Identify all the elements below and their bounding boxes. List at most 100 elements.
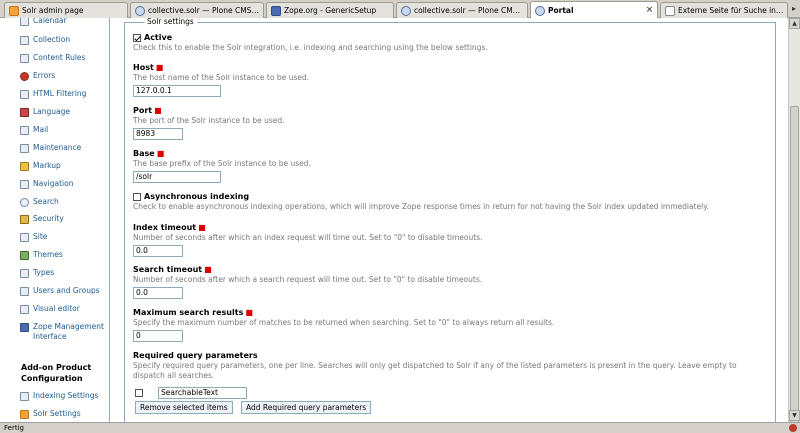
- base-input[interactable]: /solr: [133, 171, 221, 183]
- required-params-help: Specify required query parameters, one p…: [133, 361, 737, 380]
- sidebar-item-security[interactable]: Security: [20, 214, 64, 224]
- error-icon: [20, 72, 29, 81]
- tab-collective-solr-1[interactable]: collective.solr — Plone CMS: O...: [130, 2, 264, 18]
- plone-icon: [535, 5, 545, 16]
- sidebar-item-calendar[interactable]: Calendar: [20, 18, 67, 26]
- max-results-field: Maximum search results ■ Specify the maxi…: [133, 307, 554, 342]
- base-label: Base: [133, 149, 155, 158]
- required-params-field: Required query parameters Specify requir…: [133, 350, 763, 381]
- index-timeout-label: Index timeout: [133, 223, 197, 232]
- base-field: Base ■ The base prefix of the Solr instan…: [133, 148, 311, 183]
- tab-bar: Solr admin page collective.solr — Plone …: [0, 0, 800, 19]
- tab-collective-solr-2[interactable]: collective.solr — Plone CMS: O...: [396, 2, 528, 18]
- sidebar-item-markup[interactable]: Markup: [20, 161, 61, 171]
- max-results-help: Specify the maximum number of matches to…: [133, 318, 555, 327]
- collection-icon: [20, 36, 29, 45]
- index-timeout-input[interactable]: 0.0: [133, 245, 183, 257]
- max-results-input[interactable]: 0: [133, 330, 183, 342]
- sidebar-item-errors[interactable]: Errors: [20, 71, 55, 81]
- tab-label: Externe Seite für Suche indizie...: [678, 6, 784, 15]
- types-icon: [20, 269, 29, 278]
- scrollbar-thumb[interactable]: [790, 106, 799, 428]
- solr-icon: [9, 5, 19, 16]
- tab-zope-genericsetup[interactable]: Zope.org - GenericSetup: [266, 2, 394, 18]
- close-icon[interactable]: ×: [645, 6, 654, 15]
- remove-selected-items-button[interactable]: Remove selected items: [135, 401, 233, 414]
- port-field: Port ■ The port of the Solr instance to b…: [133, 105, 285, 140]
- sidebar-item-html-filtering[interactable]: HTML Filtering: [20, 89, 86, 99]
- active-label: Active: [144, 33, 173, 42]
- active-checkbox[interactable]: [133, 33, 141, 42]
- sidebar-item-indexing-settings[interactable]: Indexing Settings: [20, 391, 98, 401]
- html-filter-icon: [20, 90, 29, 99]
- index-timeout-help: Number of seconds after which an index r…: [133, 233, 483, 242]
- wrench-icon: [20, 144, 29, 153]
- zope-icon: [20, 323, 29, 332]
- indexing-icon: [20, 392, 29, 401]
- search-icon: [20, 198, 29, 207]
- tab-scroll-right-icon[interactable]: ▸: [789, 4, 799, 16]
- themes-icon: [20, 251, 29, 260]
- tab-label: Portal: [548, 6, 574, 15]
- sidebar-item-themes[interactable]: Themes: [20, 250, 63, 260]
- host-label: Host: [133, 63, 154, 72]
- users-icon: [20, 287, 29, 296]
- required-icon: ■: [154, 106, 162, 115]
- zope-icon: [271, 5, 281, 16]
- search-timeout-field: Search timeout ■ Number of seconds after …: [133, 264, 482, 299]
- add-required-query-parameters-button[interactable]: Add Required query parameters: [241, 401, 372, 414]
- port-label: Port: [133, 106, 153, 115]
- sidebar-item-site[interactable]: Site: [20, 232, 47, 242]
- host-field: Host ■ The host name of the Solr instance…: [133, 62, 309, 97]
- sidebar-item-mail[interactable]: Mail: [20, 125, 48, 135]
- content-rules-icon: [20, 54, 29, 63]
- sidebar-item-solr-settings[interactable]: Solr Settings: [20, 409, 81, 419]
- status-indicator-icon: [789, 424, 797, 432]
- active-field: Active Check this to enable the Solr int…: [133, 32, 488, 53]
- required-icon: ■: [198, 223, 206, 232]
- tab-externe-seite[interactable]: Externe Seite für Suche indizie...: [660, 2, 788, 18]
- search-timeout-input[interactable]: 0.0: [133, 287, 183, 299]
- tab-solr-admin[interactable]: Solr admin page: [4, 2, 128, 18]
- sidebar-item-search[interactable]: Search: [20, 197, 59, 207]
- navigation-icon: [20, 180, 29, 189]
- lock-icon: [20, 215, 29, 224]
- sidebar-item-language[interactable]: Language: [20, 107, 70, 117]
- scroll-down-icon[interactable]: ▼: [789, 410, 800, 421]
- host-input[interactable]: 127.0.0.1: [133, 85, 221, 97]
- required-icon: ■: [155, 63, 164, 72]
- visual-editor-icon: [20, 305, 29, 314]
- tab-label: collective.solr — Plone CMS: O...: [414, 6, 524, 15]
- control-panel-sidebar: Calendar Collection Content Rules Errors…: [0, 18, 110, 422]
- sidebar-item-users-and-groups[interactable]: Users and Groups: [20, 286, 100, 296]
- host-help: The host name of the Solr instance to be…: [133, 73, 310, 82]
- async-indexing-checkbox[interactable]: [133, 192, 141, 201]
- main-content: Solr settings Active Check this to enabl…: [111, 18, 788, 422]
- port-input[interactable]: 8983: [133, 128, 183, 140]
- plone-icon: [135, 5, 145, 16]
- sidebar-item-visual-editor[interactable]: Visual editor: [20, 304, 80, 314]
- required-param-checkbox[interactable]: [135, 389, 143, 397]
- required-params-label: Required query parameters: [133, 351, 258, 360]
- status-text: Fertig: [4, 424, 24, 432]
- language-icon: [20, 108, 29, 117]
- calendar-icon: [20, 18, 29, 26]
- page-icon: [665, 5, 675, 16]
- sidebar-item-maintenance[interactable]: Maintenance: [20, 143, 81, 153]
- required-param-input[interactable]: SearchableText: [158, 387, 247, 399]
- async-indexing-field: Asynchronous indexing Check to enable as…: [133, 191, 709, 212]
- site-icon: [20, 233, 29, 242]
- required-icon: ■: [204, 265, 212, 274]
- sidebar-item-content-rules[interactable]: Content Rules: [20, 53, 85, 63]
- sidebar-item-zope-management-interface[interactable]: Zope Management Interface: [20, 322, 106, 342]
- vertical-scrollbar[interactable]: ▲ ▼: [788, 18, 800, 428]
- tab-portal[interactable]: Portal ×: [530, 1, 658, 19]
- base-help: The base prefix of the Solr instance to …: [133, 159, 311, 168]
- sidebar-item-collection[interactable]: Collection: [20, 35, 70, 45]
- sidebar-item-navigation[interactable]: Navigation: [20, 179, 73, 189]
- solr-icon: [20, 410, 29, 419]
- index-timeout-field: Index timeout ■ Number of seconds after w…: [133, 222, 483, 257]
- scroll-up-icon[interactable]: ▲: [789, 18, 800, 29]
- sidebar-item-types[interactable]: Types: [20, 268, 54, 278]
- async-indexing-help: Check to enable asynchronous indexing op…: [133, 202, 709, 211]
